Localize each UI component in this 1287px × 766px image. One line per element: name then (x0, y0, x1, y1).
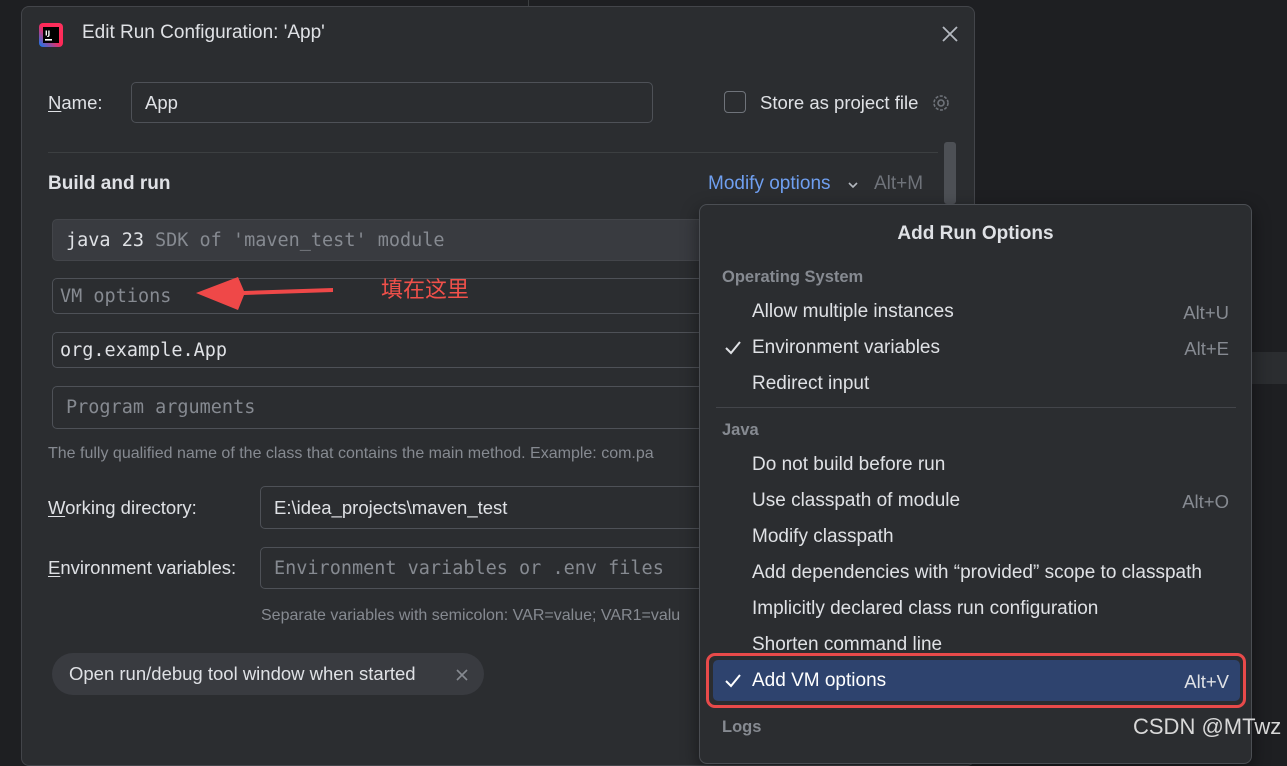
annotation-arrow-icon (196, 277, 333, 310)
store-project-checkbox[interactable] (724, 91, 746, 113)
menu-item-implicitly-declared-class[interactable]: Implicitly declared class run configurat… (752, 598, 1098, 620)
menu-item-do-not-build[interactable]: Do not build before run (752, 454, 945, 476)
sdk-sub-text: SDK of 'maven_test' module (154, 229, 445, 251)
environment-variables-hint: Separate variables with semicolon: VAR=v… (261, 607, 681, 624)
shortcut-use-classpath: Alt+O (1182, 491, 1229, 512)
chevron-down-icon[interactable] (846, 178, 860, 192)
menu-item-add-provided-dependencies[interactable]: Add dependencies with “provided” scope t… (752, 562, 1202, 584)
shortcut-environment-variables: Alt+E (1184, 338, 1229, 359)
scrollbar-thumb[interactable] (944, 142, 956, 204)
svg-text:IJ: IJ (45, 30, 50, 38)
modify-options-link[interactable]: Modify options (708, 173, 831, 195)
program-arguments-input[interactable]: Program arguments (52, 386, 712, 429)
annotation-text: 填在这里 (381, 278, 470, 303)
intellij-logo-icon: IJ (39, 23, 63, 47)
group-java: Java (722, 421, 759, 439)
section-divider (48, 152, 938, 153)
sdk-select[interactable]: java 23 SDK of 'maven_test' module (52, 219, 712, 261)
working-directory-input[interactable]: E:\idea_projects\maven_test (260, 486, 712, 529)
menu-item-redirect-input[interactable]: Redirect input (752, 373, 869, 395)
remove-chip-close-icon[interactable] (455, 668, 469, 682)
main-class-input[interactable]: org.example.App (52, 332, 712, 368)
gear-icon[interactable] (930, 92, 952, 114)
store-project-label: Store as project file (760, 92, 919, 113)
sdk-main-text: java 23 (66, 229, 144, 251)
close-icon[interactable] (939, 23, 961, 45)
build-and-run-heading: Build and run (48, 173, 171, 194)
annotation-highlight-box (706, 653, 1246, 708)
menu-item-use-classpath-of-module[interactable]: Use classpath of module (752, 490, 960, 512)
modify-options-shortcut: Alt+M (874, 173, 924, 194)
group-operating-system: Operating System (722, 268, 864, 286)
watermark: CSDN @MTwz (1133, 714, 1282, 739)
dialog-title: Edit Run Configuration: 'App' (82, 22, 325, 43)
menu-item-modify-classpath[interactable]: Modify classpath (752, 526, 894, 548)
environment-variables-label: Environment variables: (48, 557, 237, 578)
group-logs: Logs (722, 718, 762, 736)
working-directory-label: Working directory: (48, 497, 197, 518)
name-input[interactable]: App (131, 82, 653, 123)
popup-title: Add Run Options (897, 223, 1054, 244)
shortcut-allow-multiple-instances: Alt+U (1183, 302, 1229, 323)
name-label: Name: (48, 92, 103, 113)
menu-item-environment-variables[interactable]: Environment variables (752, 337, 940, 359)
environment-variables-input[interactable]: Environment variables or .env files (260, 547, 712, 589)
popup-divider (716, 407, 1236, 408)
open-tool-window-chip: Open run/debug tool window when started (52, 653, 484, 695)
checkmark-icon (725, 341, 741, 355)
main-class-hint: The fully qualified name of the class th… (48, 445, 654, 462)
menu-item-allow-multiple-instances[interactable]: Allow multiple instances (752, 301, 954, 323)
